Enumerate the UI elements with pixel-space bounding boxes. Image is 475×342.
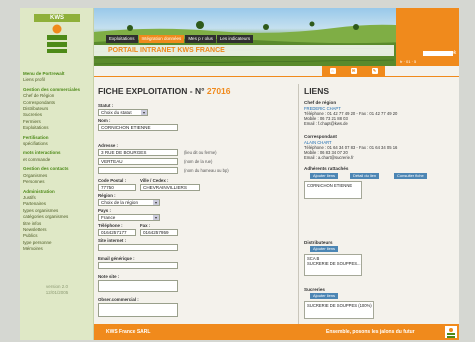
site-internet-label: Site internet :	[98, 238, 127, 243]
chef-region-email[interactable]: Email : f.chapt@kws.de	[304, 121, 348, 126]
column-divider	[298, 84, 299, 324]
sucreries-list[interactable]: SUCRERIE DE SOUPPES (100%)	[304, 301, 374, 319]
code-postal-input[interactable]: 77750	[98, 184, 136, 191]
footer: KWS France SARL Ensemble, posons les jal…	[94, 324, 459, 340]
version-info: version 2.0 12/01/2005	[23, 284, 91, 296]
pays-label: Pays :	[98, 208, 111, 213]
footer-company: KWS France SARL	[106, 329, 151, 335]
nom-input[interactable]: CORNICHON ETIENNE	[98, 124, 178, 131]
version-date: 12/01/2005	[45, 290, 69, 295]
sidebar-item[interactable]: Mémoires	[23, 246, 91, 252]
note-site-textarea[interactable]	[98, 280, 178, 292]
adresse-hint1: (lieu dit ou ferme)	[184, 150, 217, 155]
sucreries-heading: Sucreries	[304, 287, 325, 292]
header-separator	[94, 76, 459, 77]
user-box: ok fr · 01 · 5	[396, 8, 459, 66]
fax-label: Fax :	[140, 223, 151, 228]
ajouter-liens-button[interactable]: Ajouter liens	[310, 173, 339, 179]
distrib-ajouter-button[interactable]: Ajouter liens	[310, 246, 339, 252]
liens-panel: LIENS Chef de région FREDERIC CHAPT Télé…	[304, 86, 454, 322]
kws-logo[interactable]: KWS	[34, 14, 80, 58]
adresse-label: Adresse :	[98, 143, 119, 148]
region-label: Région :	[98, 193, 116, 198]
statut-select[interactable]: Choix du statut	[98, 109, 148, 116]
obs-commercial-label: Obser.commercial :	[98, 297, 139, 302]
telephone-label: Téléphone :	[98, 223, 123, 228]
tab-exploitations[interactable]: Exploitations	[106, 35, 138, 43]
adherents-heading: Adhérents rattachés	[304, 166, 349, 171]
toolbar: ⌂ ✉ ✎	[322, 66, 385, 76]
page: KWS Menu de Portrewalt Liens profil Gestio…	[20, 8, 459, 340]
email-input[interactable]	[98, 262, 178, 269]
detail-lien-button[interactable]: Détail du lien	[350, 173, 380, 179]
adherent-item[interactable]: CORNICHON ETIENNE	[307, 183, 352, 188]
sidebar-item[interactable]: spécifiations	[23, 141, 91, 147]
code-postal-label: Code Postal :	[98, 178, 127, 183]
fiche-exploitation-form: FICHE EXPLOITATION - N° 27016 Statut : C…	[98, 86, 288, 322]
sidebar-item[interactable]: Personnes	[23, 179, 91, 185]
ville-input[interactable]: CHEVRAINVILLIERS	[140, 184, 200, 191]
sucr-ajouter-button[interactable]: Ajouter liens	[310, 293, 339, 299]
tab-indicateurs[interactable]: Les indicateurs	[216, 35, 254, 43]
tab-integration-donnees[interactable]: Intégration données	[138, 35, 185, 43]
telephone-input[interactable]: 0164257177	[98, 229, 136, 236]
note-site-label: Note site :	[98, 274, 120, 279]
site-internet-input[interactable]	[98, 244, 178, 251]
adresse-line2-input[interactable]: VERTEAU	[98, 158, 178, 165]
sucrerie-item[interactable]: SUCRERIE DE SOUPPES (100%)	[307, 303, 372, 308]
kws-figure-icon	[47, 24, 67, 53]
adresse-hint2: (nom de la rue)	[184, 159, 213, 164]
adresse-line3-input[interactable]	[98, 167, 178, 174]
exploitation-number: 27016	[206, 86, 231, 96]
adresse-hint3: (nom du hameau ou bp)	[184, 168, 229, 173]
footer-slogan: Ensemble, posons les jalons du futur	[326, 329, 415, 335]
email-label: Email générique :	[98, 256, 135, 261]
fax-input[interactable]: 0164257959	[140, 229, 178, 236]
edit-icon[interactable]: ✎	[371, 68, 378, 74]
statut-label: Statut :	[98, 103, 114, 108]
mail-icon[interactable]: ✉	[350, 68, 357, 74]
distributeur-item[interactable]: SUCRERIE DE SOUPPES...	[307, 261, 361, 266]
footer-logo	[445, 326, 457, 338]
search-ok-button[interactable]: ok	[451, 50, 456, 56]
sidebar: KWS Menu de Portrewalt Liens profil Gestio…	[20, 8, 94, 340]
correspondant-heading: Correspondant	[304, 134, 337, 139]
chef-region-heading: Chef de région	[304, 100, 337, 105]
portal-title-bar: PORTAIL INTRANET KWS FRANCE	[94, 45, 394, 56]
brand-label: KWS	[34, 14, 80, 22]
distributeurs-list[interactable]: SCA B SUCRERIE DE SOUPPES...	[304, 254, 362, 276]
tab-mes-p-olus[interactable]: Mes p r olus	[185, 35, 216, 43]
top-tabs: Exploitations Intégration données Mes p …	[106, 35, 254, 43]
sidebar-item[interactable]: Liens profil	[23, 77, 91, 83]
ville-label: Ville / Cedex :	[140, 178, 169, 183]
portal-title: PORTAIL INTRANET KWS FRANCE	[108, 47, 225, 54]
header-banner: Exploitations Intégration données Mes p …	[94, 8, 459, 66]
form-title: FICHE EXPLOITATION - N° 27016	[98, 86, 288, 96]
distributeurs-heading: Distributeurs	[304, 240, 333, 245]
form-title-text: FICHE EXPLOITATION - N°	[98, 86, 205, 96]
adresse-line1-input[interactable]: 3 RUE DE BOURGES	[98, 149, 178, 156]
nom-label: Nom :	[98, 118, 111, 123]
region-select[interactable]: Choix de la région	[98, 199, 160, 206]
home-icon[interactable]: ⌂	[329, 68, 336, 74]
search-input[interactable]	[423, 51, 453, 56]
liens-title: LIENS	[304, 86, 330, 96]
consulter-fiche-button[interactable]: Consulter fiche	[394, 173, 427, 179]
user-info: fr · 01 · 5	[400, 59, 417, 64]
pays-select[interactable]: France	[98, 214, 160, 221]
correspondant-email[interactable]: Email : a.chart@sucrerie.fr	[304, 155, 354, 160]
sidebar-item[interactable]: et commande	[23, 157, 91, 163]
screenshot-frame: KWS Menu de Portrewalt Liens profil Gestio…	[0, 0, 475, 342]
adherents-list[interactable]: CORNICHON ETIENNE	[304, 181, 362, 199]
obs-commercial-textarea[interactable]	[98, 303, 178, 317]
sidebar-item[interactable]: Exploitations	[23, 125, 91, 131]
sidebar-nav: Menu de Portrewalt Liens profil Gestion de…	[23, 68, 91, 253]
kws-figure-icon	[447, 328, 455, 338]
